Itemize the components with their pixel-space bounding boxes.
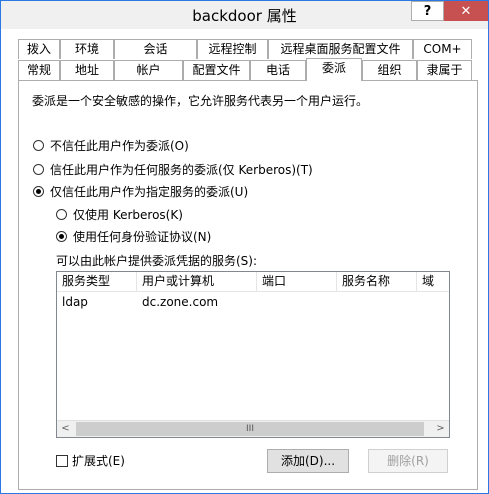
add-button[interactable]: 添加(D)...: [267, 449, 349, 473]
scroll-thumb[interactable]: III: [76, 422, 424, 436]
tab-general[interactable]: 常规: [18, 60, 60, 80]
tab-account[interactable]: 帐户: [114, 60, 183, 80]
radio-kerberos-only[interactable]: 仅使用 Kerberos(K): [56, 207, 183, 223]
tab-profile[interactable]: 配置文件: [183, 60, 250, 80]
column-port[interactable]: 端口: [257, 272, 337, 292]
tab-com-plus[interactable]: COM+: [413, 39, 472, 59]
delegation-description: 委派是一个安全敏感的操作，它允许服务代表另一个用户运行。: [32, 94, 369, 108]
expanded-checkbox-box[interactable]: [56, 455, 68, 467]
cell-service-type: ldap: [62, 295, 88, 309]
tab-delegation[interactable]: 委派: [306, 58, 362, 81]
scroll-right-icon[interactable]: >: [432, 421, 449, 437]
tab-environment[interactable]: 环境: [60, 39, 114, 59]
radio-any-service[interactable]: 信任此用户作为任何服务的委派(仅 Kerberos)(T): [33, 162, 313, 178]
properties-dialog: backdoor 属性 ? ✕ 拨入 环境 会话 远程控制 远程桌面服务配置文件…: [0, 0, 489, 494]
tab-member-of[interactable]: 隶属于: [417, 60, 472, 80]
radio-any-protocol-label: 使用任何身份验证协议(N): [73, 230, 212, 244]
scroll-left-icon[interactable]: <: [57, 421, 74, 437]
radio-any-service-button[interactable]: [33, 164, 44, 175]
tab-dial-in[interactable]: 拨入: [18, 39, 60, 59]
table-row[interactable]: ldap dc.zone.com: [57, 293, 449, 311]
column-user-or-computer[interactable]: 用户或计算机: [137, 272, 257, 292]
radio-no-delegation-label: 不信任此用户作为委派(O): [50, 139, 189, 153]
column-service-name[interactable]: 服务名称: [337, 272, 417, 292]
services-list-header: 服务类型 用户或计算机 端口 服务名称 域: [57, 272, 449, 292]
help-button[interactable]: ?: [411, 1, 444, 21]
column-service-type[interactable]: 服务类型: [57, 272, 137, 292]
radio-any-protocol-button[interactable]: [56, 231, 67, 242]
radio-kerberos-only-button[interactable]: [56, 209, 67, 220]
tab-strip: 拨入 环境 会话 远程控制 远程桌面服务配置文件 COM+ 常规 地址 帐户 配…: [1, 29, 488, 81]
radio-specified-services-label: 仅信任此用户作为指定服务的委派(U): [50, 185, 249, 199]
radio-kerberos-only-label: 仅使用 Kerberos(K): [73, 208, 183, 222]
radio-specified-services[interactable]: 仅信任此用户作为指定服务的委派(U): [33, 184, 248, 200]
title-bar[interactable]: backdoor 属性 ? ✕: [1, 1, 488, 29]
cell-user-or-computer: dc.zone.com: [142, 295, 219, 309]
tab-telephones[interactable]: 电话: [250, 60, 306, 80]
tab-address[interactable]: 地址: [60, 60, 114, 80]
delegation-page: 委派是一个安全敏感的操作，它允许服务代表另一个用户运行。 不信任此用户作为委派(…: [18, 80, 478, 490]
remove-button[interactable]: 删除(R): [368, 449, 448, 473]
radio-any-service-label: 信任此用户作为任何服务的委派(仅 Kerberos)(T): [50, 163, 313, 177]
horizontal-scrollbar[interactable]: < III >: [57, 420, 449, 437]
expanded-checkbox[interactable]: 扩展式(E): [56, 454, 125, 468]
close-button[interactable]: ✕: [444, 1, 488, 21]
radio-specified-services-button[interactable]: [33, 186, 44, 197]
radio-no-delegation[interactable]: 不信任此用户作为委派(O): [33, 138, 189, 154]
column-domain[interactable]: 域: [417, 272, 449, 292]
tab-remote-control[interactable]: 远程控制: [197, 39, 268, 59]
expanded-checkbox-label: 扩展式(E): [72, 454, 125, 468]
tab-rds-profile[interactable]: 远程桌面服务配置文件: [268, 39, 413, 59]
radio-no-delegation-button[interactable]: [33, 140, 44, 151]
tab-sessions[interactable]: 会话: [114, 39, 197, 59]
services-list-label: 可以由此帐户提供委派凭据的服务(S):: [56, 254, 258, 268]
tab-organization[interactable]: 组织: [362, 60, 417, 80]
radio-any-protocol[interactable]: 使用任何身份验证协议(N): [56, 229, 211, 245]
services-list[interactable]: 服务类型 用户或计算机 端口 服务名称 域 ldap dc.zone.com <…: [56, 271, 450, 438]
